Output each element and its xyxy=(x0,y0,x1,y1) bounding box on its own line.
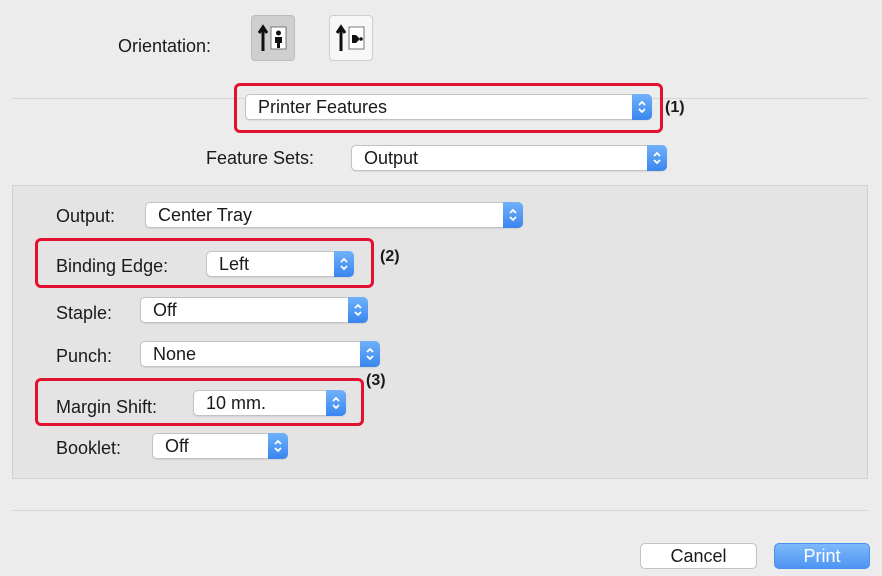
print-button[interactable]: Print xyxy=(774,543,870,569)
callout-label-2: (2) xyxy=(380,248,400,265)
callout-box-2 xyxy=(35,238,374,288)
portrait-orientation-icon xyxy=(257,24,287,51)
booklet-value: Off xyxy=(165,436,189,456)
punch-label: Punch: xyxy=(56,346,113,366)
output-label: Output: xyxy=(56,206,116,226)
booklet-label: Booklet: xyxy=(56,438,122,458)
bottom-separator xyxy=(12,510,868,511)
punch-value: None xyxy=(153,344,197,364)
feature-sets-value: Output xyxy=(364,148,419,168)
settings-panel xyxy=(12,185,868,479)
callout-box-1 xyxy=(234,83,663,133)
popup-stepper-icon xyxy=(360,341,380,367)
landscape-orientation-button[interactable] xyxy=(329,15,373,61)
output-value: Center Tray xyxy=(158,205,253,225)
staple-value: Off xyxy=(153,300,177,320)
feature-sets-popup[interactable]: Output xyxy=(351,145,667,171)
popup-stepper-icon xyxy=(348,297,368,323)
output-popup[interactable]: Center Tray xyxy=(145,202,523,228)
callout-label-1: (1) xyxy=(665,99,685,116)
popup-stepper-icon xyxy=(268,433,288,459)
staple-popup[interactable]: Off xyxy=(140,297,368,323)
cancel-button[interactable]: Cancel xyxy=(640,543,757,569)
popup-stepper-icon xyxy=(503,202,523,228)
booklet-popup[interactable]: Off xyxy=(152,433,288,459)
landscape-orientation-icon xyxy=(335,24,365,51)
staple-label: Staple: xyxy=(56,303,113,323)
punch-popup[interactable]: None xyxy=(140,341,380,367)
popup-stepper-icon xyxy=(647,145,667,171)
callout-box-3 xyxy=(35,378,364,426)
portrait-orientation-button[interactable] xyxy=(251,15,295,61)
orientation-label: Orientation: xyxy=(118,36,212,56)
feature-sets-label: Feature Sets: xyxy=(206,148,315,168)
callout-label-3: (3) xyxy=(366,372,386,389)
